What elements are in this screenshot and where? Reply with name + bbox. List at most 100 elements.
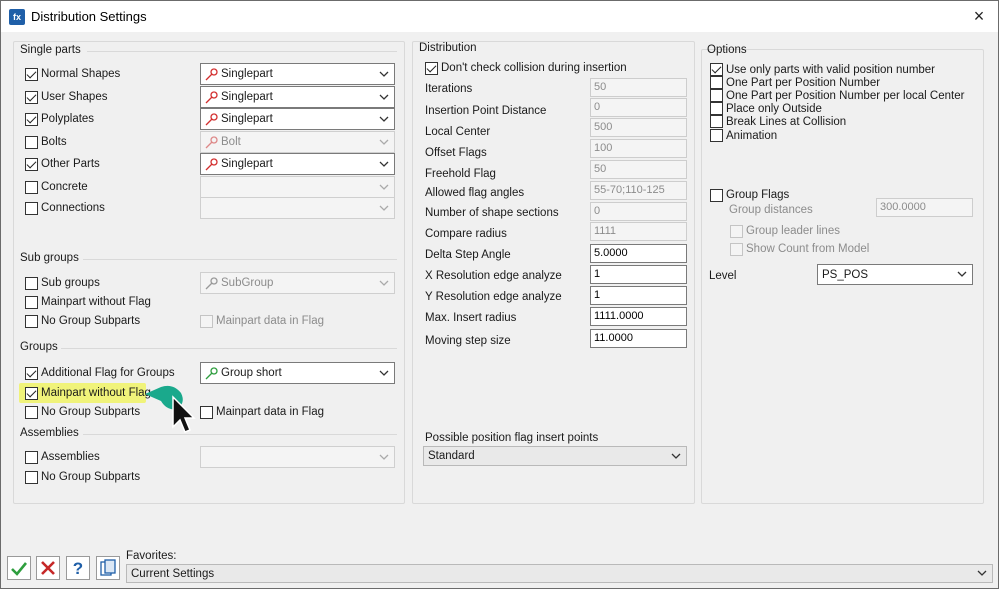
sub-groups-title: Sub groups bbox=[20, 252, 79, 264]
user-shapes-checkbox[interactable]: User Shapes bbox=[25, 89, 107, 105]
group-flags-checkbox[interactable]: Group Flags bbox=[710, 187, 789, 203]
one-part-per-position-checkbox[interactable]: One Part per Position Number bbox=[710, 76, 880, 89]
compare-radius-field[interactable]: 1111 bbox=[590, 222, 687, 241]
sub-groups-checkbox[interactable]: Sub groups bbox=[25, 275, 100, 291]
sub-groups-separator bbox=[83, 259, 397, 260]
x-resolution-field[interactable]: 1 bbox=[590, 265, 687, 284]
subgroup-combo[interactable]: SubGroup bbox=[200, 272, 395, 294]
other-parts-combo[interactable]: Singlepart bbox=[200, 153, 395, 175]
chevron-down-icon bbox=[379, 205, 389, 211]
normal-shapes-check[interactable] bbox=[25, 67, 38, 81]
delta-step-angle-field[interactable]: 5.0000 bbox=[590, 244, 687, 263]
connections-checkbox[interactable]: Connections bbox=[25, 200, 105, 216]
valid-position-check[interactable] bbox=[710, 63, 723, 76]
user-shapes-check[interactable] bbox=[25, 90, 38, 104]
sg-mainpart-without-flag-check[interactable] bbox=[25, 295, 38, 309]
concrete-check[interactable] bbox=[25, 180, 38, 194]
sg-mainpart-data-in-flag-checkbox[interactable]: Mainpart data in Flag bbox=[200, 313, 324, 329]
break-lines-checkbox[interactable]: Break Lines at Collision bbox=[710, 115, 846, 128]
group-short-combo[interactable]: Group short bbox=[200, 362, 395, 384]
concrete-combo[interactable] bbox=[200, 176, 395, 198]
polyplates-checkbox[interactable]: Polyplates bbox=[25, 111, 94, 127]
sg-no-group-subparts-checkbox[interactable]: No Group Subparts bbox=[25, 313, 140, 329]
place-only-outside-check[interactable] bbox=[710, 102, 723, 115]
bolts-combo[interactable]: Bolt bbox=[200, 131, 395, 153]
show-count-label: Show Count from Model bbox=[746, 243, 870, 255]
one-part-per-local-center-checkbox[interactable]: One Part per Position Number per local C… bbox=[710, 89, 964, 102]
normal-shapes-label: Normal Shapes bbox=[41, 68, 121, 80]
assemblies-no-group-subparts-checkbox[interactable]: No Group Subparts bbox=[25, 469, 140, 485]
one-part-per-position-check[interactable] bbox=[710, 76, 723, 89]
number-of-shape-sections-field[interactable]: 0 bbox=[590, 202, 687, 221]
polyplates-combo[interactable]: Singlepart bbox=[200, 108, 395, 130]
normal-shapes-checkbox[interactable]: Normal Shapes bbox=[25, 66, 120, 82]
dont-check-collision-checkbox[interactable]: Don't check collision during insertion bbox=[425, 60, 627, 76]
animation-checkbox[interactable]: Animation bbox=[710, 129, 777, 142]
copy-button[interactable] bbox=[96, 556, 120, 580]
valid-position-checkbox[interactable]: Use only parts with valid position numbe… bbox=[710, 63, 935, 76]
help-button[interactable]: ? bbox=[66, 556, 90, 580]
bolts-check[interactable] bbox=[25, 135, 38, 149]
show-count-check[interactable] bbox=[730, 242, 743, 256]
sub-groups-check[interactable] bbox=[25, 276, 38, 290]
other-parts-check[interactable] bbox=[25, 157, 38, 171]
bolts-checkbox[interactable]: Bolts bbox=[25, 134, 67, 150]
offset-flags-field[interactable]: 100 bbox=[590, 139, 687, 158]
freehold-flag-field[interactable]: 50 bbox=[590, 160, 687, 179]
groups-mainpart-data-in-flag-check[interactable] bbox=[200, 405, 213, 419]
assemblies-no-group-subparts-check[interactable] bbox=[25, 470, 38, 484]
animation-check[interactable] bbox=[710, 129, 723, 142]
other-parts-checkbox[interactable]: Other Parts bbox=[25, 156, 100, 172]
groups-no-group-subparts-label: No Group Subparts bbox=[41, 406, 141, 418]
group-flags-label: Group Flags bbox=[726, 189, 790, 201]
allowed-flag-angles-field[interactable]: 55-70;110-125 bbox=[590, 181, 687, 200]
other-parts-label: Other Parts bbox=[41, 158, 100, 170]
dont-check-collision-check[interactable] bbox=[425, 61, 438, 75]
chevron-down-icon bbox=[379, 370, 389, 376]
connections-combo[interactable] bbox=[200, 197, 395, 219]
cancel-button[interactable] bbox=[36, 556, 60, 580]
sg-mainpart-data-in-flag-check[interactable] bbox=[200, 314, 213, 328]
break-lines-check[interactable] bbox=[710, 115, 723, 128]
help-question-icon: ? bbox=[73, 559, 83, 577]
connections-check[interactable] bbox=[25, 201, 38, 215]
assemblies-combo[interactable] bbox=[200, 446, 395, 468]
groups-no-group-subparts-checkbox[interactable]: No Group Subparts bbox=[25, 404, 140, 420]
insertion-point-distance-field[interactable]: 0 bbox=[590, 98, 687, 117]
group-distances-field[interactable]: 300.0000 bbox=[876, 198, 973, 217]
sg-mainpart-without-flag-checkbox[interactable]: Mainpart without Flag bbox=[25, 294, 151, 310]
y-resolution-field[interactable]: 1 bbox=[590, 286, 687, 305]
level-combo[interactable]: PS_POS bbox=[817, 264, 973, 285]
group-leader-lines-check[interactable] bbox=[730, 224, 743, 238]
normal-shapes-combo[interactable]: Singlepart bbox=[200, 63, 395, 85]
close-button[interactable]: × bbox=[968, 5, 990, 27]
moving-step-size-field[interactable]: 11.0000 bbox=[590, 329, 687, 348]
additional-flag-check[interactable] bbox=[25, 366, 38, 380]
place-only-outside-label: Place only Outside bbox=[726, 102, 822, 115]
max-insert-radius-field[interactable]: 1111.0000 bbox=[590, 307, 687, 326]
subgroup-combo-value: SubGroup bbox=[221, 277, 274, 289]
show-count-checkbox[interactable]: Show Count from Model bbox=[730, 241, 869, 257]
concrete-checkbox[interactable]: Concrete bbox=[25, 179, 88, 195]
ok-button[interactable] bbox=[7, 556, 31, 580]
favorites-combo[interactable]: Current Settings bbox=[126, 564, 993, 583]
groups-mainpart-without-flag-checkbox[interactable]: Mainpart without Flag bbox=[25, 385, 151, 401]
distribution-title: Distribution bbox=[419, 42, 477, 54]
group-flags-check[interactable] bbox=[710, 188, 723, 202]
sg-no-group-subparts-check[interactable] bbox=[25, 314, 38, 328]
other-parts-combo-value: Singlepart bbox=[221, 158, 273, 170]
groups-no-group-subparts-check[interactable] bbox=[25, 405, 38, 419]
local-center-field[interactable]: 500 bbox=[590, 118, 687, 137]
assemblies-check[interactable] bbox=[25, 450, 38, 464]
assemblies-checkbox[interactable]: Assemblies bbox=[25, 449, 100, 465]
group-leader-lines-checkbox[interactable]: Group leader lines bbox=[730, 223, 840, 239]
place-only-outside-checkbox[interactable]: Place only Outside bbox=[710, 102, 822, 115]
polyplates-check[interactable] bbox=[25, 112, 38, 126]
user-shapes-combo[interactable]: Singlepart bbox=[200, 86, 395, 108]
groups-mainpart-without-flag-check[interactable] bbox=[25, 386, 38, 400]
groups-mainpart-data-in-flag-checkbox[interactable]: Mainpart data in Flag bbox=[200, 404, 324, 420]
insert-points-combo[interactable]: Standard bbox=[423, 446, 687, 466]
chevron-down-icon bbox=[379, 454, 389, 460]
one-part-per-local-center-check[interactable] bbox=[710, 89, 723, 102]
iterations-field[interactable]: 50 bbox=[590, 78, 687, 97]
